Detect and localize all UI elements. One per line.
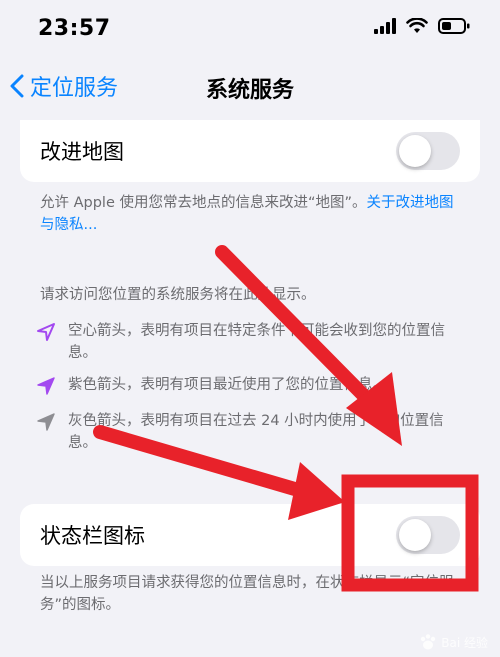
status-bar-icon-row[interactable]: 状态栏图标 xyxy=(20,504,480,566)
watermark: Bai 经验 xyxy=(419,633,488,651)
navigation-bar: 定位服务 系统服务 xyxy=(0,60,500,112)
status-bar-icon-toggle[interactable] xyxy=(396,516,460,554)
improve-maps-label: 改进地图 xyxy=(40,140,124,164)
status-bar: 23:57 xyxy=(0,0,500,56)
improve-maps-row[interactable]: 改进地图 xyxy=(20,120,480,182)
improve-maps-footnote: 允许 Apple 使用您常去地点的信息来改进“地图”。关于改进地图与隐私... xyxy=(40,192,460,236)
legend-item-hollow-text: 空心箭头，表明有项目在特定条件下可能会收到您的位置信息。 xyxy=(68,323,445,361)
legend-item-gray: 灰色箭头，表明有项目在过去 24 小时内使用了您的位置信息。 xyxy=(36,410,466,454)
legend-intro: 请求访问您位置的系统服务将在此处显示。 xyxy=(40,287,316,303)
status-icons xyxy=(374,18,470,34)
wifi-icon xyxy=(406,18,428,33)
gray-arrow-icon xyxy=(37,413,55,431)
purple-arrow-icon xyxy=(37,377,55,395)
improve-maps-group: 改进地图 xyxy=(20,120,480,182)
page-title: 系统服务 xyxy=(205,78,294,103)
watermark-text: Bai 经验 xyxy=(441,635,488,650)
cellular-signal-icon xyxy=(374,18,396,34)
improve-maps-toggle[interactable] xyxy=(396,132,460,170)
status-bar-icon-group: 状态栏图标 xyxy=(20,504,480,566)
improve-maps-footnote-text: 允许 Apple 使用您常去地点的信息来改进“地图”。 xyxy=(40,195,367,211)
status-bar-icon-label: 状态栏图标 xyxy=(40,524,145,548)
status-time: 23:57 xyxy=(38,16,111,41)
hollow-arrow-icon xyxy=(37,323,55,341)
status-bar-icon-footnote: 当以上服务项目请求获得您的位置信息时，在状态栏显示“定位服务”的图标。 xyxy=(40,575,454,613)
battery-icon xyxy=(438,18,470,34)
baidu-paw-icon xyxy=(421,634,436,650)
legend-item-purple-text: 紫色箭头，表明有项目最近使用了您的位置信息。 xyxy=(68,377,387,393)
legend-item-hollow: 空心箭头，表明有项目在特定条件下可能会收到您的位置信息。 xyxy=(36,320,466,364)
legend-item-purple: 紫色箭头，表明有项目最近使用了您的位置信息。 xyxy=(36,374,466,400)
legend-item-gray-text: 灰色箭头，表明有项目在过去 24 小时内使用了您的位置信息。 xyxy=(68,413,444,451)
